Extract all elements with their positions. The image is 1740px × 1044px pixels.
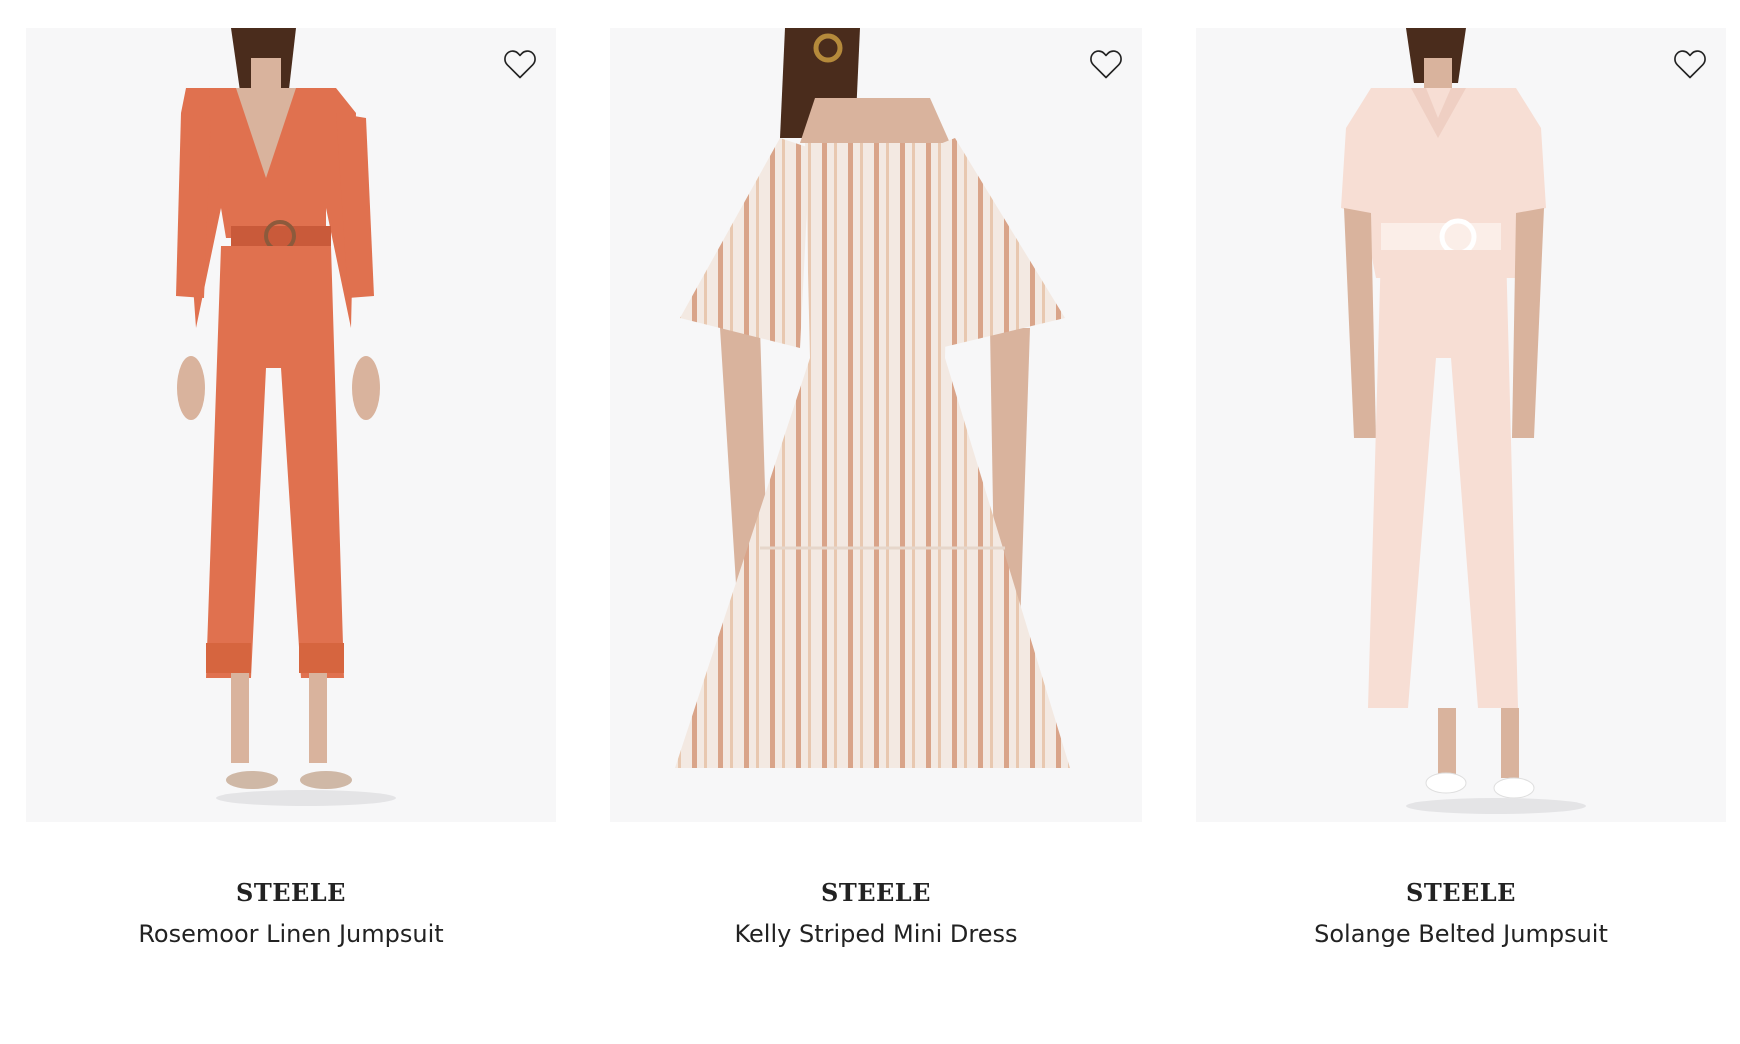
heart-outline-icon <box>504 50 536 79</box>
product-photo-kelly-dress <box>675 28 1070 768</box>
product-card[interactable]: STEELE Solange Belted Jumpsuit <box>1196 28 1726 951</box>
product-card[interactable]: STEELE Kelly Striped Mini Dress <box>610 28 1142 951</box>
product-card[interactable]: STEELE Rosemoor Linen Jumpsuit <box>26 28 556 951</box>
product-grid: STEELE Rosemoor Linen Jumpsuit STEELE Ke… <box>0 0 1740 1044</box>
product-brand: STEELE <box>1406 878 1516 907</box>
product-photo-rosemoor-jumpsuit <box>176 28 396 806</box>
product-name[interactable]: Rosemoor Linen Jumpsuit <box>26 917 556 951</box>
product-brand: STEELE <box>821 878 931 907</box>
heart-outline-icon <box>1674 50 1706 79</box>
product-image[interactable] <box>26 28 556 822</box>
product-photo-solange-jumpsuit <box>1341 28 1586 814</box>
product-info: STEELE Solange Belted Jumpsuit <box>1196 822 1726 951</box>
heart-outline-icon <box>1090 50 1122 79</box>
wishlist-button[interactable] <box>1670 44 1710 84</box>
product-image[interactable] <box>1196 28 1726 822</box>
product-brand: STEELE <box>236 878 346 907</box>
product-info: STEELE Kelly Striped Mini Dress <box>610 822 1142 951</box>
product-image[interactable] <box>610 28 1142 822</box>
wishlist-button[interactable] <box>500 44 540 84</box>
wishlist-button[interactable] <box>1086 44 1126 84</box>
product-info: STEELE Rosemoor Linen Jumpsuit <box>26 822 556 951</box>
product-name[interactable]: Kelly Striped Mini Dress <box>610 917 1142 951</box>
product-name[interactable]: Solange Belted Jumpsuit <box>1196 917 1726 951</box>
